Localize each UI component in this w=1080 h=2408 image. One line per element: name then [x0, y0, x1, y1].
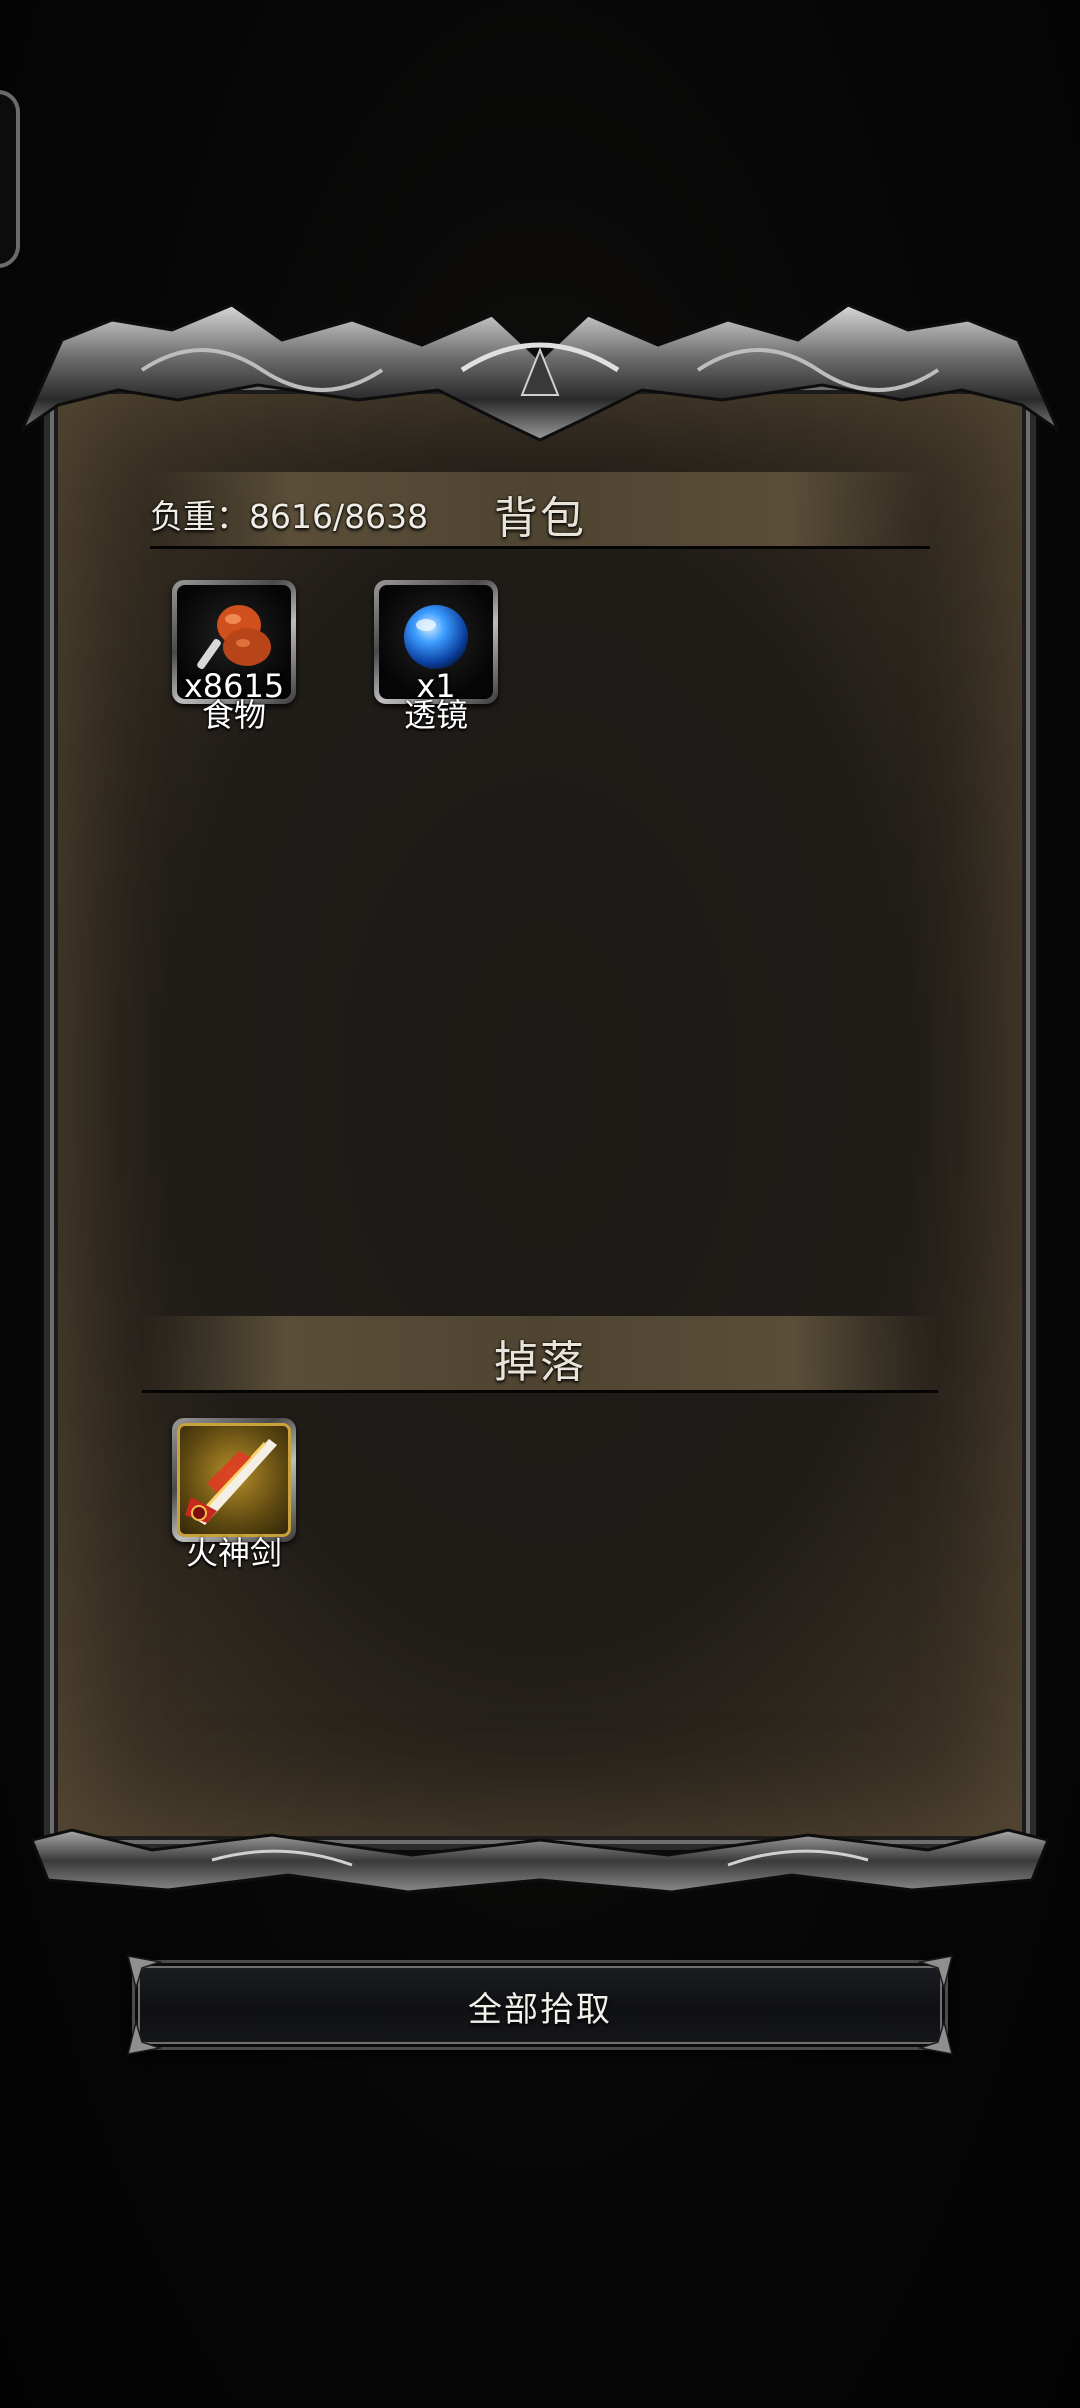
lens-name: 透镜 [403, 696, 468, 734]
side-edge-tab[interactable] [0, 90, 20, 268]
loot-screen: 负重：8616/8638 背包 x8615 食物 x1 透镜 掉落 火神剑 全部… [0, 0, 1080, 2408]
frame-bottom-ornament [32, 1828, 1048, 1894]
backpack-item-food[interactable]: x8615 [172, 580, 296, 704]
backpack-item-lens[interactable]: x1 [374, 580, 498, 704]
drop-item-fire-sword[interactable] [172, 1418, 296, 1542]
pickup-all-button[interactable]: 全部拾取 [126, 1955, 954, 2055]
fire-sword-icon [185, 1439, 277, 1525]
fire-sword-name: 火神剑 [185, 1534, 282, 1572]
pickup-all-label: 全部拾取 [468, 1990, 612, 2030]
ornate-frame: 负重：8616/8638 背包 x8615 食物 x1 透镜 掉落 火神剑 [22, 300, 1058, 1900]
drops-title: 掉落 [494, 1337, 586, 1388]
drops-header: 掉落 [142, 1316, 938, 1393]
food-name: 食物 [201, 696, 266, 734]
backpack-title: 背包 [494, 493, 586, 544]
backpack-header: 负重：8616/8638 背包 [150, 472, 930, 549]
frame-crest-ornament [22, 303, 1058, 442]
